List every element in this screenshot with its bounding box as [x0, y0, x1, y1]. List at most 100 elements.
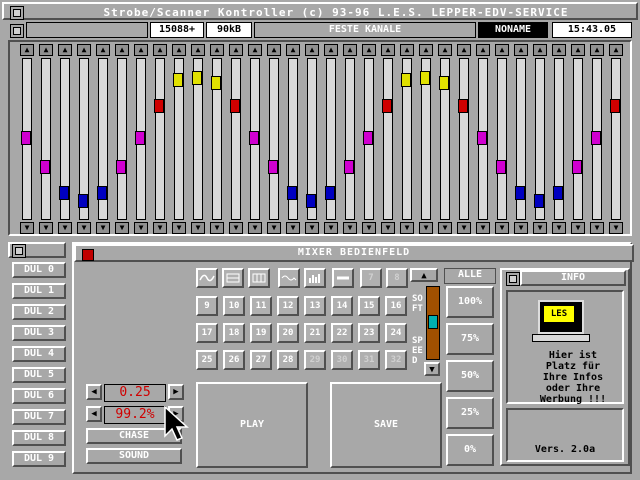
fader-track[interactable] — [401, 58, 412, 220]
fader-up-arrow[interactable]: ▲ — [419, 44, 433, 56]
fader-knob[interactable] — [477, 131, 487, 145]
grid-button-22[interactable]: 22 — [331, 323, 353, 343]
fader-knob[interactable] — [268, 159, 278, 174]
fader-track[interactable] — [553, 58, 564, 220]
dul-close-icon[interactable] — [12, 244, 26, 258]
fader-track[interactable] — [439, 58, 450, 220]
fader-knob[interactable] — [610, 99, 620, 114]
fader-down-arrow[interactable]: ▼ — [343, 222, 357, 234]
grid-button-28[interactable]: 28 — [277, 350, 299, 370]
grid-button-20[interactable]: 20 — [277, 323, 299, 343]
fader-track[interactable] — [211, 58, 222, 220]
fader-down-arrow[interactable]: ▼ — [476, 222, 490, 234]
fader-knob[interactable] — [363, 131, 373, 145]
fader-track[interactable] — [591, 58, 602, 220]
fader-up-arrow[interactable]: ▲ — [286, 44, 300, 56]
dul-button-6[interactable]: DUL 6 — [12, 388, 66, 404]
value2-left-arrow[interactable]: ◀ — [86, 406, 102, 422]
fader-track[interactable] — [306, 58, 317, 220]
fader-up-arrow[interactable]: ▲ — [457, 44, 471, 56]
fader-up-arrow[interactable]: ▲ — [210, 44, 224, 56]
fader-down-arrow[interactable]: ▼ — [134, 222, 148, 234]
fader-down-arrow[interactable]: ▼ — [96, 222, 110, 234]
fader-down-arrow[interactable]: ▼ — [286, 222, 300, 234]
fader-down-arrow[interactable]: ▼ — [457, 222, 471, 234]
fader-up-arrow[interactable]: ▲ — [324, 44, 338, 56]
fader-down-arrow[interactable]: ▼ — [514, 222, 528, 234]
fader-down-arrow[interactable]: ▼ — [419, 222, 433, 234]
fader-down-arrow[interactable]: ▼ — [191, 222, 205, 234]
grid-button-19[interactable]: 19 — [250, 323, 272, 343]
fader-track[interactable] — [249, 58, 260, 220]
percent-button-0pct[interactable]: 0% — [446, 434, 494, 466]
fader-up-arrow[interactable]: ▲ — [362, 44, 376, 56]
fader-track[interactable] — [40, 58, 51, 220]
pattern-1-icon[interactable] — [222, 268, 244, 288]
fader-knob[interactable] — [211, 76, 221, 91]
fader-up-arrow[interactable]: ▲ — [476, 44, 490, 56]
fader-down-arrow[interactable]: ▼ — [609, 222, 623, 234]
fader-knob[interactable] — [287, 185, 297, 200]
value1-left-arrow[interactable]: ◀ — [86, 384, 102, 400]
fader-up-arrow[interactable]: ▲ — [514, 44, 528, 56]
fader-knob[interactable] — [401, 73, 411, 88]
speed-slider[interactable] — [426, 286, 440, 360]
fader-up-arrow[interactable]: ▲ — [305, 44, 319, 56]
grid-button-27[interactable]: 27 — [250, 350, 272, 370]
fader-track[interactable] — [496, 58, 507, 220]
fader-track[interactable] — [192, 58, 203, 220]
menu-icon[interactable] — [10, 24, 24, 38]
fader-knob[interactable] — [306, 194, 316, 209]
fader-knob[interactable] — [249, 131, 259, 145]
fader-knob[interactable] — [40, 159, 50, 174]
fader-down-arrow[interactable]: ▼ — [400, 222, 414, 234]
fader-down-arrow[interactable]: ▼ — [438, 222, 452, 234]
grid-button-15[interactable]: 15 — [358, 296, 380, 316]
fader-knob[interactable] — [173, 73, 183, 88]
fader-down-arrow[interactable]: ▼ — [172, 222, 186, 234]
fader-down-arrow[interactable]: ▼ — [77, 222, 91, 234]
fader-knob[interactable] — [572, 159, 582, 174]
dul-button-3[interactable]: DUL 3 — [12, 325, 66, 341]
fader-up-arrow[interactable]: ▲ — [381, 44, 395, 56]
fader-track[interactable] — [344, 58, 355, 220]
fader-knob[interactable] — [420, 70, 430, 85]
fader-track[interactable] — [363, 58, 374, 220]
fader-track[interactable] — [534, 58, 545, 220]
grid-button-11[interactable]: 11 — [250, 296, 272, 316]
fader-down-arrow[interactable]: ▼ — [248, 222, 262, 234]
fader-track[interactable] — [572, 58, 583, 220]
play-button[interactable]: PLAY — [196, 382, 308, 468]
fader-down-arrow[interactable]: ▼ — [20, 222, 34, 234]
fader-knob[interactable] — [135, 131, 145, 145]
dul-button-0[interactable]: DUL 0 — [12, 262, 66, 278]
fader-down-arrow[interactable]: ▼ — [210, 222, 224, 234]
soft-down-button[interactable]: ▼ — [424, 362, 440, 376]
percent-button-100pct[interactable]: 100% — [446, 286, 494, 318]
bars-icon[interactable] — [304, 268, 326, 288]
fader-down-arrow[interactable]: ▼ — [153, 222, 167, 234]
fader-up-arrow[interactable]: ▲ — [191, 44, 205, 56]
percent-button-50pct[interactable]: 50% — [446, 360, 494, 392]
sound-button[interactable]: SOUND — [86, 448, 182, 464]
fader-knob[interactable] — [154, 99, 164, 114]
fader-knob[interactable] — [116, 159, 126, 174]
mixer-close-icon[interactable] — [82, 249, 94, 261]
fader-down-arrow[interactable]: ▼ — [115, 222, 129, 234]
fader-track[interactable] — [382, 58, 393, 220]
grid-button-26[interactable]: 26 — [223, 350, 245, 370]
fader-down-arrow[interactable]: ▼ — [324, 222, 338, 234]
grid-button-30[interactable]: 30 — [331, 350, 353, 370]
fader-track[interactable] — [477, 58, 488, 220]
grid-button-16[interactable]: 16 — [385, 296, 407, 316]
fader-track[interactable] — [154, 58, 165, 220]
grid-button-13[interactable]: 13 — [304, 296, 326, 316]
fader-track[interactable] — [287, 58, 298, 220]
fader-down-arrow[interactable]: ▼ — [267, 222, 281, 234]
fader-up-arrow[interactable]: ▲ — [571, 44, 585, 56]
fader-up-arrow[interactable]: ▲ — [134, 44, 148, 56]
fader-knob[interactable] — [59, 185, 69, 200]
percent-button-75pct[interactable]: 75% — [446, 323, 494, 355]
fader-up-arrow[interactable]: ▲ — [609, 44, 623, 56]
grid-button-14[interactable]: 14 — [331, 296, 353, 316]
